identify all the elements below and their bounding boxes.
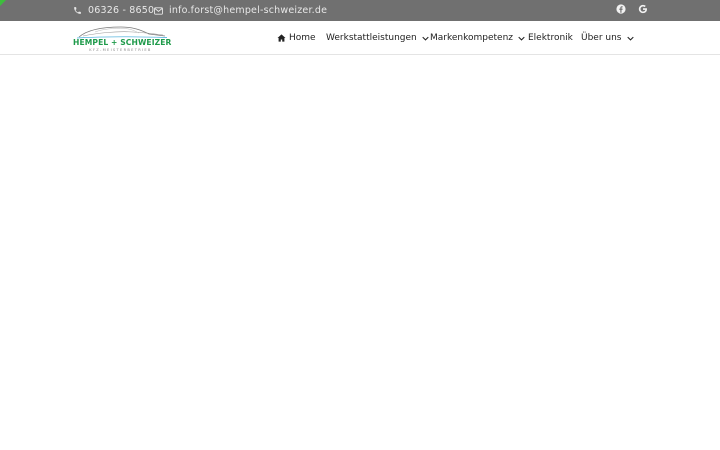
logo-brand-text: HEMPEL + SCHWEIZER	[73, 38, 172, 47]
nav-item-label: Werkstattleistungen	[326, 33, 417, 43]
logo-tagline: KFZ-MEISTERBETRIEB	[89, 48, 152, 52]
email-link[interactable]: info.forst@hempel-schweizer.de	[154, 0, 327, 21]
page-content-area	[0, 55, 720, 450]
main-header: HEMPEL + SCHWEIZER KFZ-MEISTERBETRIEB Ho…	[0, 21, 720, 55]
corner-marker	[0, 0, 6, 6]
nav-item-ueber-uns[interactable]: Über uns	[581, 21, 634, 55]
nav-item-label: Elektronik	[528, 33, 573, 43]
facebook-icon[interactable]	[615, 3, 627, 15]
google-icon[interactable]	[637, 3, 649, 15]
top-bar: 06326 - 8650 info.forst@hempel-schweizer…	[0, 0, 720, 21]
nav-item-elektronik[interactable]: Elektronik	[528, 21, 573, 55]
chevron-down-icon	[518, 36, 525, 41]
envelope-icon	[154, 6, 163, 15]
chevron-down-icon	[422, 36, 429, 41]
phone-link[interactable]: 06326 - 8650	[73, 0, 154, 21]
home-icon	[277, 34, 286, 42]
chevron-down-icon	[626, 36, 634, 41]
nav-item-label: Home	[289, 33, 316, 43]
nav-item-markenkompetenz[interactable]: Markenkompetenz	[430, 21, 525, 55]
email-address: info.forst@hempel-schweizer.de	[169, 5, 328, 16]
nav-item-label: Markenkompetenz	[430, 33, 514, 43]
nav-item-home[interactable]: Home	[277, 21, 316, 55]
logo[interactable]: HEMPEL + SCHWEIZER KFZ-MEISTERBETRIEB	[73, 24, 172, 54]
phone-icon	[73, 6, 82, 15]
nav-item-werkstattleistungen[interactable]: Werkstattleistungen	[326, 21, 429, 55]
nav-item-label: Über uns	[581, 33, 622, 43]
phone-number: 06326 - 8650	[88, 5, 155, 16]
